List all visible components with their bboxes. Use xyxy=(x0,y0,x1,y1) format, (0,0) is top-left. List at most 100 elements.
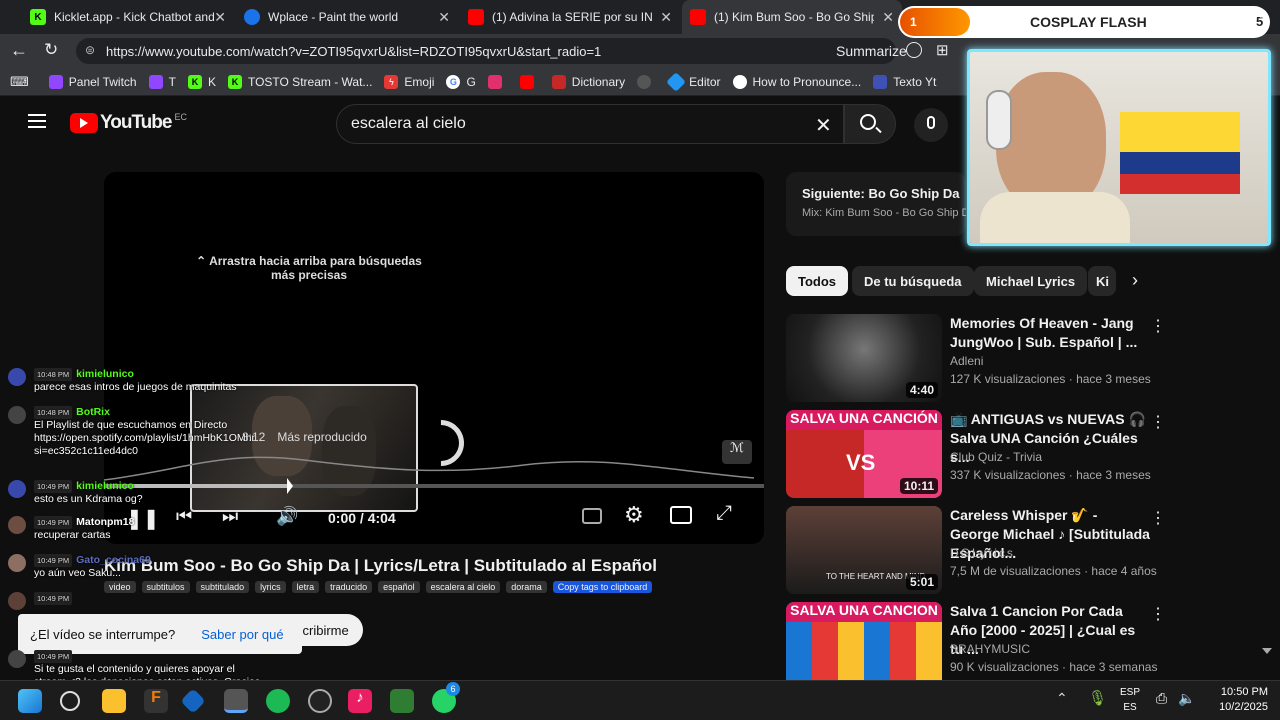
microphone-tray-icon[interactable]: 🎙 xyxy=(1088,689,1107,707)
app-diamond-icon[interactable] xyxy=(180,688,206,714)
bookmark-youtube[interactable] xyxy=(519,74,540,89)
progress-knob[interactable] xyxy=(286,478,293,494)
interrupt-popup: ¿El vídeo se interrumpe? Saber por qué xyxy=(18,614,302,654)
scroll-down-arrow[interactable] xyxy=(1262,648,1272,654)
bookmark-t[interactable]: T xyxy=(148,74,176,89)
ai-icon[interactable] xyxy=(906,42,922,58)
theater-mode-icon[interactable] xyxy=(670,506,692,524)
close-icon[interactable]: ✕ xyxy=(660,9,672,26)
flstudio-icon[interactable]: F xyxy=(144,689,168,713)
channel-name[interactable]: DGLyrics xyxy=(950,546,1015,560)
tag[interactable]: letra xyxy=(291,581,320,593)
more-options-icon[interactable]: ⋮ xyxy=(1150,604,1166,624)
hamburger-menu-icon[interactable] xyxy=(28,114,46,128)
chip-de-tu-busqueda[interactable]: De tu búsqueda xyxy=(852,266,974,296)
windows-start-icon[interactable] xyxy=(18,689,42,713)
learn-more-link[interactable]: Saber por qué xyxy=(201,627,283,642)
extensions-icon[interactable]: ⊞ xyxy=(936,41,949,59)
recommendation-item[interactable]: 4:40 Memories Of Heaven - Jang JungWoo |… xyxy=(786,314,1166,406)
bookmark-how-to-pronounce[interactable]: How to Pronounce... xyxy=(732,74,861,89)
whatsapp-icon[interactable]: 6 xyxy=(432,682,460,713)
search-input[interactable]: escalera al cielo ✕ xyxy=(336,104,844,144)
bookmark-panel-twitch[interactable]: Panel Twitch xyxy=(48,74,137,89)
youtube-icon xyxy=(519,74,534,89)
apps-icon[interactable]: ⌨ xyxy=(10,74,29,90)
recommendation-item[interactable]: SALVA UNA CANCION Salva 1 Cancion Por Ca… xyxy=(786,602,1166,680)
chevron-up-icon[interactable]: ⌃ xyxy=(1056,690,1068,707)
clock[interactable]: 10:50 PM 10/2/2025 xyxy=(1208,685,1268,715)
notepad-icon[interactable] xyxy=(390,689,414,713)
chip-todos[interactable]: Todos xyxy=(786,266,849,296)
network-icon[interactable]: ⎙ xyxy=(1156,690,1167,707)
copy-tags-button[interactable]: Copy tags to clipboard xyxy=(552,581,653,593)
chevron-right-icon[interactable]: › xyxy=(1132,270,1138,291)
chat-time: 10:49 PM xyxy=(34,516,73,529)
close-icon[interactable]: ✕ xyxy=(214,9,226,26)
bookmark-dictionary[interactable]: Dictionary xyxy=(551,74,626,89)
channel-name[interactable]: BRAHYMUSIC xyxy=(950,642,1030,656)
more-options-icon[interactable]: ⋮ xyxy=(1150,412,1166,432)
tag[interactable]: español xyxy=(378,581,420,593)
tab-kicklet[interactable]: K Kicklet.app - Kick Chatbot and Ov ✕ xyxy=(22,0,234,34)
back-icon[interactable]: ← xyxy=(10,40,28,61)
close-icon[interactable]: ✕ xyxy=(882,9,894,26)
close-window-icon[interactable]: ✕ xyxy=(1252,6,1264,23)
kick-icon: K xyxy=(187,74,202,89)
next-up-card[interactable]: Siguiente: Bo Go Ship Da Mix: Kim Bum So… xyxy=(786,172,966,236)
avatar xyxy=(8,368,26,386)
language-indicator[interactable]: ESP ES xyxy=(1120,685,1140,715)
site-info-icon[interactable]: ⊜ xyxy=(85,43,95,57)
chip-ki[interactable]: Ki xyxy=(1088,266,1116,296)
chat-message: 10:49 PM kimielunico esto es un Kdrama og? xyxy=(8,480,268,506)
bookmark-settings[interactable] xyxy=(637,74,657,89)
url-field[interactable]: ⊜ https://www.youtube.com/watch?v=ZOTI95… xyxy=(76,38,896,64)
tab-wplace[interactable]: Wplace - Paint the world ✕ xyxy=(236,0,458,34)
tab-adivina[interactable]: (1) Adivina la SERIE por su INTRO ✕ xyxy=(460,0,680,34)
fullscreen-icon[interactable]: ⤢ xyxy=(716,502,732,525)
subtitles-icon[interactable] xyxy=(582,508,602,524)
chip-michael-lyrics[interactable]: Michael Lyrics xyxy=(974,266,1088,296)
channel-name[interactable]: Adleni xyxy=(950,354,983,368)
search-icon[interactable] xyxy=(60,691,80,711)
bookmark-label: Dictionary xyxy=(571,74,626,89)
chrome-icon[interactable] xyxy=(224,689,248,713)
tag[interactable]: escalera al cielo xyxy=(425,581,501,593)
bookmark-g[interactable]: GG xyxy=(446,74,476,89)
more-options-icon[interactable]: ⋮ xyxy=(1150,508,1166,528)
video-meta: 7,5 M de visualizaciones · hace 4 años xyxy=(950,564,1157,578)
bookmark-editor[interactable]: Editor xyxy=(666,71,721,92)
webcam-person-shirt xyxy=(980,192,1130,243)
settings-gear-icon[interactable]: ⚙ xyxy=(624,502,644,528)
volume-icon[interactable]: 🔊 xyxy=(276,506,298,527)
summarize-button[interactable]: Summarize xyxy=(836,43,907,59)
tag[interactable]: dorama xyxy=(506,581,547,593)
close-icon[interactable]: ✕ xyxy=(438,9,450,26)
autoplay-icon[interactable]: ℳ xyxy=(722,440,752,464)
tab-kim-bum-soo[interactable]: (1) Kim Bum Soo - Bo Go Ship Da ✕ xyxy=(682,0,902,34)
speaker-icon[interactable]: 🔈 xyxy=(1178,690,1195,707)
file-explorer-icon[interactable] xyxy=(102,689,126,713)
spotify-icon[interactable] xyxy=(266,689,290,713)
channel-name[interactable]: Club Quiz - Trivia xyxy=(950,450,1042,464)
recommendation-item[interactable]: SALVA UNA CANCIÓN VS 10:11 📺 ANTIGUAS vs… xyxy=(786,410,1166,502)
youtube-logo[interactable]: YouTube EC xyxy=(70,112,187,134)
bookmark-emoji[interactable]: ϟ Emoji xyxy=(384,74,434,89)
bookmark-k[interactable]: KK xyxy=(187,74,216,89)
tiktok-icon[interactable]: ♪ xyxy=(348,689,372,713)
bookmark-label: K xyxy=(207,74,216,89)
tag[interactable]: traducido xyxy=(325,581,373,593)
maximize-icon[interactable]: ❐ xyxy=(1210,7,1222,23)
bookmark-texto-yt[interactable]: Texto Yt xyxy=(873,74,936,89)
obs-icon[interactable] xyxy=(308,689,332,713)
recommendation-item[interactable]: TO THE HEART AND MIND 5:01 Careless Whis… xyxy=(786,506,1166,598)
search-button[interactable] xyxy=(844,104,896,144)
bookmark-tosto[interactable]: K TOSTO Stream - Wat... xyxy=(227,74,372,89)
more-options-icon[interactable]: ⋮ xyxy=(1150,316,1166,336)
reload-icon[interactable]: ↻ xyxy=(44,40,58,60)
voice-search-button[interactable] xyxy=(914,108,948,142)
chat-text: parece esas intros de juegos de maquinit… xyxy=(34,381,237,393)
bookmark-instagram[interactable] xyxy=(487,74,508,89)
language-code: ESP xyxy=(1120,687,1141,698)
clear-search-icon[interactable]: ✕ xyxy=(815,113,832,138)
minimize-icon[interactable]: — xyxy=(1172,8,1185,23)
